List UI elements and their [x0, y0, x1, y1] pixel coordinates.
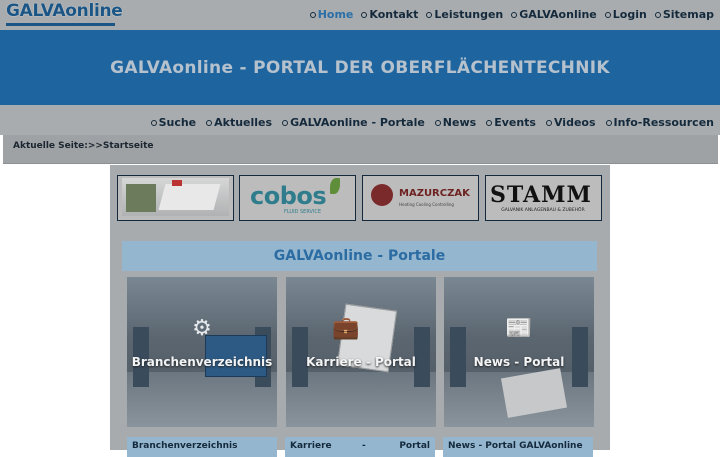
- sponsor-ad-cobos[interactable]: cobos FLUID SERVICE: [239, 175, 356, 221]
- sponsor-photo: [122, 178, 229, 216]
- top-nav-label: Leistungen: [434, 8, 504, 21]
- sub-nav-label: GALVAonline - Portale: [290, 116, 425, 129]
- sub-nav-info-ressourcen[interactable]: Info-Ressourcen: [605, 116, 714, 129]
- top-nav-sitemap[interactable]: Sitemap: [654, 8, 714, 21]
- logo-underline: [6, 23, 115, 26]
- portal-card-branchenverzeichnis[interactable]: ⚙ Branchenverzeichnis: [127, 277, 277, 427]
- top-nav-label: Login: [612, 8, 647, 21]
- bullet-icon: [434, 119, 441, 126]
- sponsor-ad-1[interactable]: [117, 175, 234, 221]
- mazurczak-tagline: Heating Cooling Controlling: [399, 202, 454, 207]
- sub-nav-events[interactable]: Events: [486, 116, 536, 129]
- sub-nav-suche[interactable]: Suche: [150, 116, 197, 129]
- top-nav: Home Kontakt Leistungen GALVAonline Logi…: [302, 8, 714, 21]
- mazurczak-logo-text: MAZURCZAK: [399, 188, 470, 199]
- sub-nav-bar: Suche Aktuelles GALVAonline - Portale Ne…: [0, 105, 720, 135]
- cobos-logo-text: cobos: [250, 182, 327, 210]
- top-nav-label: Kontakt: [369, 8, 419, 21]
- sponsor-ad-mazurczak[interactable]: MAZURCZAK Heating Cooling Controlling: [362, 175, 479, 221]
- cobos-tagline: FLUID SERVICE: [284, 209, 322, 215]
- banner-title: GALVAonline - PORTAL DER OBERFLÄCHENTECH…: [110, 57, 610, 78]
- logo-text: GALVAonline: [6, 1, 123, 21]
- portal-caption-branchenverzeichnis[interactable]: Branchenverzeichnis: [127, 437, 277, 457]
- bullet-icon: [206, 119, 213, 126]
- bullet-icon: [282, 119, 289, 126]
- sub-nav-label: Info-Ressourcen: [613, 116, 714, 129]
- top-bar: GALVAonline Home Kontakt Leistungen GALV…: [0, 0, 720, 30]
- top-nav-home[interactable]: Home: [309, 8, 354, 21]
- top-nav-galvaonline[interactable]: GALVAonline: [511, 8, 597, 21]
- top-nav-login[interactable]: Login: [604, 8, 647, 21]
- top-nav-label: Sitemap: [662, 8, 714, 21]
- newspaper-megaphone-icon: 📰: [505, 316, 533, 341]
- bullet-icon: [309, 11, 316, 18]
- header-banner: GALVAonline - PORTAL DER OBERFLÄCHENTECH…: [0, 30, 720, 105]
- sub-nav-aktuelles[interactable]: Aktuelles: [206, 116, 272, 129]
- top-nav-label: GALVAonline: [519, 8, 597, 21]
- bullet-icon: [604, 11, 611, 18]
- briefcase-icon: 💼: [332, 316, 360, 341]
- portal-card-news[interactable]: 📰 News - Portal: [444, 277, 594, 427]
- sub-nav-news[interactable]: News: [434, 116, 477, 129]
- sub-nav-label: Events: [494, 116, 536, 129]
- sub-nav-label: News: [442, 116, 477, 129]
- top-nav-kontakt[interactable]: Kontakt: [361, 8, 418, 21]
- portal-card-label: News - Portal: [473, 355, 565, 369]
- bullet-icon: [150, 119, 157, 126]
- bullet-icon: [511, 11, 518, 18]
- bullet-icon: [426, 11, 433, 18]
- breadcrumb: Aktuelle Seite:>>Startseite: [13, 141, 154, 151]
- stamm-logo-text: STAMM: [490, 182, 592, 208]
- sub-nav-videos[interactable]: Videos: [545, 116, 596, 129]
- stamm-tagline: GALVANIK ANLAGENBAU & ZUBEHÖR: [501, 208, 585, 213]
- sub-nav-label: Suche: [158, 116, 197, 129]
- mazurczak-logo-icon: [371, 184, 393, 206]
- portal-card-label: Karriere - Portal: [306, 355, 416, 369]
- portals-heading: GALVAonline - Portale: [122, 241, 597, 271]
- bullet-icon: [545, 119, 552, 126]
- breadcrumb-bar: Aktuelle Seite:>>Startseite: [3, 135, 718, 164]
- portal-card-label: Branchenverzeichnis: [131, 355, 273, 369]
- sub-nav-label: Aktuelles: [214, 116, 273, 129]
- main-content: cobos FLUID SERVICE MAZURCZAK Heating Co…: [110, 165, 610, 457]
- sub-nav-portale[interactable]: GALVAonline - Portale: [282, 116, 425, 129]
- magnifier-gear-icon: ⚙: [192, 316, 212, 341]
- site-logo[interactable]: GALVAonline: [6, 1, 123, 27]
- bullet-icon: [605, 119, 612, 126]
- top-nav-leistungen[interactable]: Leistungen: [426, 8, 503, 21]
- portal-caption-karriere[interactable]: Karriere - Portal: [285, 437, 435, 457]
- sponsor-ad-stamm[interactable]: STAMM GALVANIK ANLAGENBAU & ZUBEHÖR: [485, 175, 602, 221]
- bullet-icon: [486, 119, 493, 126]
- sub-nav-label: Videos: [553, 116, 596, 129]
- portal-caption-news[interactable]: News - Portal GALVAonline: [443, 437, 593, 457]
- top-nav-label: Home: [317, 8, 354, 21]
- bullet-icon: [361, 11, 368, 18]
- bullet-icon: [654, 11, 661, 18]
- portal-card-karriere[interactable]: 💼 Karriere - Portal: [286, 277, 436, 427]
- leaf-icon: [330, 178, 340, 194]
- sub-nav: Suche Aktuelles GALVAonline - Portale Ne…: [141, 116, 714, 129]
